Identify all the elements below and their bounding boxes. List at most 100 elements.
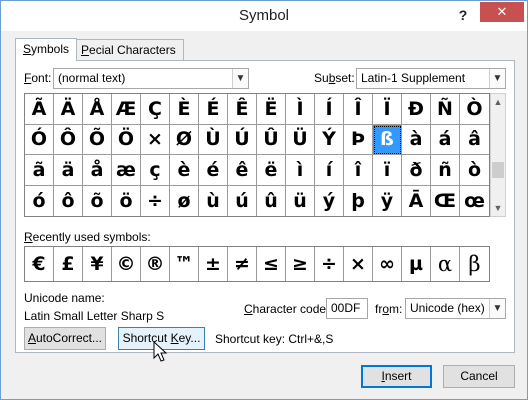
autocorrect-button[interactable]: AutoCorrect... bbox=[24, 327, 106, 350]
symbol-cell[interactable]: ò bbox=[460, 155, 489, 186]
symbol-cell[interactable]: â bbox=[460, 125, 489, 155]
symbol-cell[interactable]: Þ bbox=[344, 124, 373, 155]
symbol-cell[interactable]: Æ bbox=[112, 94, 141, 125]
symbol-cell[interactable]: ã bbox=[25, 155, 54, 186]
tab-special-characters[interactable]: Pecial Characters bbox=[73, 39, 184, 60]
symbol-grid-scrollbar[interactable]: ▲ ▼ bbox=[490, 93, 506, 217]
symbol-cell[interactable]: õ bbox=[83, 185, 112, 216]
from-dropdown[interactable]: Unicode (hex) ▼ bbox=[405, 298, 506, 319]
symbol-cell[interactable]: Õ bbox=[83, 124, 112, 155]
symbol-cell[interactable]: Ñ bbox=[431, 94, 460, 125]
symbol-cell[interactable]: Ā bbox=[402, 185, 431, 216]
symbol-cell[interactable]: × bbox=[141, 124, 170, 155]
symbol-cell[interactable]: ë bbox=[257, 155, 286, 186]
symbol-cell[interactable]: û bbox=[257, 185, 286, 216]
symbol-cell[interactable]: è bbox=[170, 155, 199, 186]
symbol-cell[interactable]: Ò bbox=[460, 94, 489, 125]
recent-symbol-cell[interactable]: × bbox=[344, 247, 373, 281]
symbol-grid[interactable]: Ã Ä Å Æ Ç È É Ê Ë Ì Í Î Ï Ð Ñ Ò Ó Ô Õ Ö × Ø Ù Ú Û Ü Ý Þß à á â ã ä å æ ç è é ê… bbox=[24, 93, 490, 217]
symbol-cell[interactable]: Ï bbox=[373, 94, 402, 125]
symbol-cell[interactable]: Ã bbox=[25, 94, 54, 125]
symbol-cell[interactable]: Û bbox=[257, 124, 286, 155]
symbol-cell[interactable]: Ê bbox=[228, 94, 257, 125]
tab-symbols[interactable]: Symbols bbox=[15, 38, 78, 61]
symbol-cell[interactable]: Í bbox=[315, 94, 344, 125]
close-button[interactable]: ✕ bbox=[480, 2, 524, 22]
symbol-cell[interactable]: Ì bbox=[286, 94, 315, 125]
recent-symbol-cell[interactable]: € bbox=[25, 247, 54, 281]
symbol-cell[interactable]: Î bbox=[344, 94, 373, 125]
symbol-cell[interactable]: ñ bbox=[431, 155, 460, 186]
symbol-cell[interactable]: þ bbox=[344, 185, 373, 216]
symbol-cell[interactable]: ü bbox=[286, 185, 315, 216]
cancel-button[interactable]: Cancel bbox=[443, 365, 515, 388]
symbol-cell[interactable]: ì bbox=[286, 155, 315, 186]
symbol-cell[interactable]: ý bbox=[315, 185, 344, 216]
recent-symbol-cell[interactable]: ≤ bbox=[257, 247, 286, 281]
symbol-cell[interactable]: Ë bbox=[257, 94, 286, 125]
symbol-cell[interactable]: Ó bbox=[25, 124, 54, 155]
insert-button[interactable]: Insert bbox=[361, 365, 432, 388]
symbol-cell[interactable]: ø bbox=[170, 185, 199, 216]
symbol-cell[interactable]: Ý bbox=[315, 124, 344, 155]
recent-symbol-cell[interactable]: ± bbox=[199, 247, 228, 281]
symbol-cell[interactable]: ö bbox=[112, 185, 141, 216]
subset-dropdown[interactable]: Latin-1 Supplement ▼ bbox=[356, 68, 506, 89]
symbol-cell[interactable]: á bbox=[431, 124, 460, 155]
recent-symbol-cell[interactable]: © bbox=[112, 247, 141, 281]
font-dropdown[interactable]: (normal text) ▼ bbox=[53, 68, 249, 89]
symbol-cell[interactable]: Å bbox=[83, 94, 112, 125]
recent-symbol-cell[interactable]: ∞ bbox=[373, 247, 402, 281]
symbol-cell[interactable]: É bbox=[199, 94, 228, 125]
symbol-cell[interactable]: ô bbox=[54, 185, 83, 216]
symbol-cell[interactable]: Ü bbox=[286, 124, 315, 155]
recent-symbol-cell[interactable]: ≥ bbox=[286, 247, 315, 281]
symbol-cell[interactable]: í bbox=[315, 155, 344, 186]
recent-symbol-cell[interactable]: £ bbox=[54, 247, 83, 281]
symbol-cell[interactable]: ÿ bbox=[373, 185, 402, 216]
recently-used-symbols[interactable]: € £ ¥ © ® ™ ± ≠ ≤ ≥ ÷ × ∞ µ α β bbox=[24, 246, 490, 282]
symbol-cell[interactable]: ÷ bbox=[141, 185, 170, 216]
symbol-cell[interactable]: Ä bbox=[54, 94, 83, 125]
symbol-cell[interactable]: æ bbox=[112, 155, 141, 186]
symbol-cell[interactable]: È bbox=[170, 94, 199, 125]
recent-symbol-cell[interactable]: α bbox=[431, 247, 460, 281]
symbol-cell[interactable]: œ bbox=[460, 186, 489, 217]
symbol-cell[interactable]: Ù bbox=[199, 124, 228, 155]
symbol-cell[interactable]: ç bbox=[141, 155, 170, 186]
symbol-cell[interactable]: Ø bbox=[170, 124, 199, 155]
recent-symbol-cell[interactable]: ® bbox=[141, 247, 170, 281]
symbol-cell[interactable]: Ô bbox=[54, 124, 83, 155]
recent-symbol-cell[interactable]: ™ bbox=[170, 247, 199, 281]
symbol-cell[interactable]: Ð bbox=[402, 94, 431, 125]
symbol-cell[interactable]: ú bbox=[228, 185, 257, 216]
help-button[interactable]: ? bbox=[453, 5, 473, 25]
symbol-cell[interactable]: ó bbox=[25, 185, 54, 216]
character-code-input[interactable]: 00DF bbox=[326, 298, 368, 319]
shortcut-key-text: Shortcut key: Ctrl+&,S bbox=[215, 332, 334, 346]
selected-symbol-cell[interactable]: ß bbox=[373, 124, 402, 155]
symbol-cell[interactable]: ä bbox=[54, 155, 83, 186]
symbol-cell[interactable]: å bbox=[83, 155, 112, 186]
scroll-up-arrow-icon[interactable]: ▲ bbox=[491, 94, 505, 110]
title-bar: Symbol ? ✕ bbox=[1, 1, 527, 31]
symbol-cell[interactable]: ê bbox=[228, 155, 257, 186]
symbol-cell[interactable]: Ç bbox=[141, 94, 170, 125]
symbol-cell[interactable]: é bbox=[199, 155, 228, 186]
recent-symbol-cell[interactable]: β bbox=[460, 247, 489, 281]
chevron-down-icon: ▼ bbox=[489, 299, 505, 318]
scroll-thumb[interactable] bbox=[492, 162, 504, 178]
symbol-cell[interactable]: Ú bbox=[228, 124, 257, 155]
symbol-cell[interactable]: à bbox=[402, 124, 431, 155]
symbol-cell[interactable]: ù bbox=[199, 185, 228, 216]
recent-symbol-cell[interactable]: µ bbox=[402, 247, 431, 281]
recent-symbol-cell[interactable]: ÷ bbox=[315, 247, 344, 281]
symbol-cell[interactable]: Œ bbox=[431, 185, 460, 216]
symbol-cell[interactable]: î bbox=[344, 155, 373, 186]
symbol-cell[interactable]: ð bbox=[402, 155, 431, 186]
scroll-down-arrow-icon[interactable]: ▼ bbox=[491, 200, 505, 216]
symbol-cell[interactable]: ï bbox=[373, 155, 402, 186]
symbol-cell[interactable]: Ö bbox=[112, 124, 141, 155]
recent-symbol-cell[interactable]: ¥ bbox=[83, 247, 112, 281]
recent-symbol-cell[interactable]: ≠ bbox=[228, 247, 257, 281]
